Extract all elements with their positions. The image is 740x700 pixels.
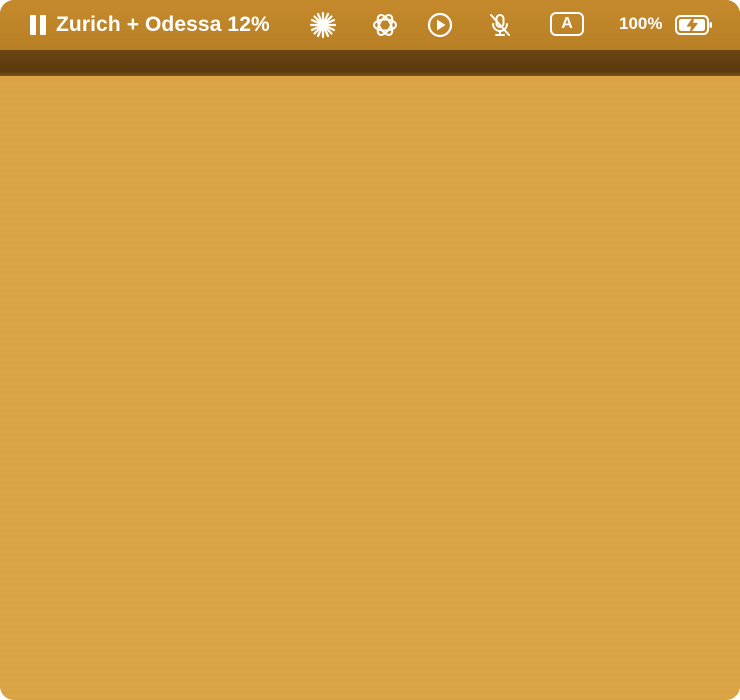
- screen: Zurich + Odessa 12% A 100%: [0, 0, 740, 700]
- window-shadow-band: [0, 50, 740, 76]
- input-source-icon[interactable]: A: [550, 12, 584, 36]
- menu-bar: Zurich + Odessa 12% A 100%: [0, 0, 740, 50]
- input-source-label: A: [561, 15, 573, 32]
- pause-icon[interactable]: [30, 15, 46, 35]
- timer-label: Zurich + Odessa 12%: [56, 13, 270, 36]
- battery-percent[interactable]: 100%: [619, 14, 662, 34]
- timer-status-item[interactable]: Zurich + Odessa 12%: [30, 12, 270, 38]
- play-icon[interactable]: [426, 11, 454, 39]
- chatgpt-icon[interactable]: [371, 11, 399, 39]
- sparkle-icon[interactable]: [309, 11, 337, 39]
- battery-icon[interactable]: [675, 15, 713, 35]
- desktop-background: [0, 76, 740, 700]
- mute-icon[interactable]: [486, 11, 514, 39]
- pause-bar-right: [40, 15, 46, 35]
- pause-bar-left: [30, 15, 36, 35]
